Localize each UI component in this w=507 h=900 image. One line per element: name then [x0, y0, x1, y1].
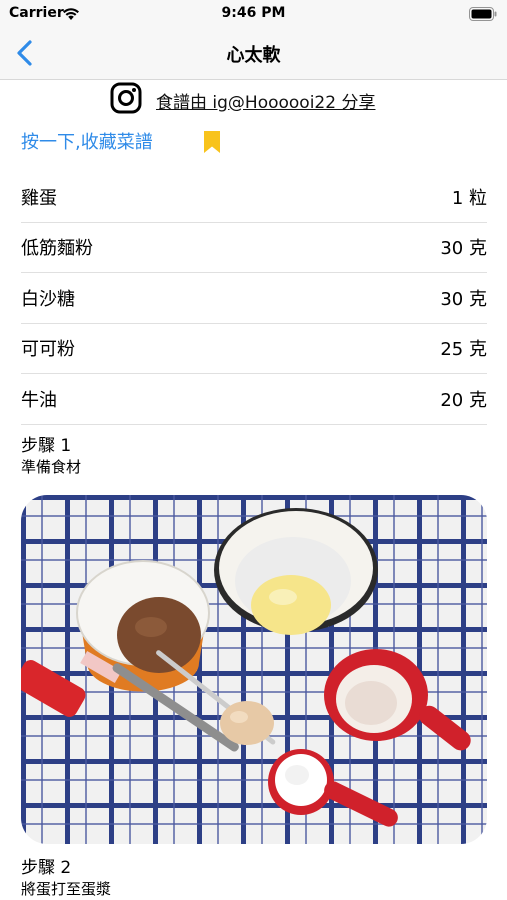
credit-text[interactable]: 食譜由 ig@Hoooooi22 分享	[156, 88, 375, 113]
ingredient-row: 低筋麵粉 30 克	[21, 223, 487, 273]
ingredient-name: 白沙糖	[21, 288, 75, 310]
ingredient-name: 雞蛋	[21, 187, 57, 209]
step-title: 步驟 2	[21, 858, 72, 878]
ingredient-row: 可可粉 25 克	[21, 324, 487, 374]
status-bar: Carrier 9:46 PM	[0, 0, 507, 28]
ingredient-amount: 1 粒	[451, 187, 487, 209]
step-1: 步驟 1 準備食材	[21, 435, 81, 477]
step-title: 步驟 1	[21, 436, 72, 456]
save-recipe-label[interactable]: 按一下,收藏菜譜	[21, 128, 153, 154]
navigation-bar: 心太軟	[0, 28, 507, 80]
ingredient-name: 可可粉	[21, 339, 75, 361]
step-1-photo	[21, 495, 487, 844]
ingredient-amount: 30 克	[440, 288, 487, 310]
ingredient-amount: 20 克	[440, 389, 487, 411]
ingredient-name: 低筋麵粉	[21, 238, 93, 260]
ingredient-amount: 30 克	[440, 238, 487, 260]
recipe-credit-link[interactable]: 食譜由 ig@Hoooooi22 分享	[110, 82, 375, 118]
battery-icon	[469, 6, 497, 25]
save-recipe-button[interactable]: 按一下,收藏菜譜	[21, 128, 220, 154]
ingredient-list: 雞蛋 1 粒 低筋麵粉 30 克 白沙糖 30 克 可可粉 25 克 牛油 20…	[21, 172, 487, 425]
ingredient-row: 白沙糖 30 克	[21, 273, 487, 324]
ingredient-name: 牛油	[21, 389, 57, 411]
clock: 9:46 PM	[221, 5, 286, 21]
ingredient-row: 牛油 20 克	[21, 374, 487, 425]
instagram-icon	[110, 82, 142, 118]
step-description: 準備食材	[21, 458, 82, 476]
step-description: 將蛋打至蛋漿	[21, 880, 112, 898]
ingredient-amount: 25 克	[440, 339, 487, 361]
bookmark-icon[interactable]	[204, 131, 220, 157]
page-title: 心太軟	[226, 45, 281, 66]
ingredient-row: 雞蛋 1 粒	[21, 172, 487, 223]
step-2: 步驟 2 將蛋打至蛋漿	[21, 857, 111, 899]
